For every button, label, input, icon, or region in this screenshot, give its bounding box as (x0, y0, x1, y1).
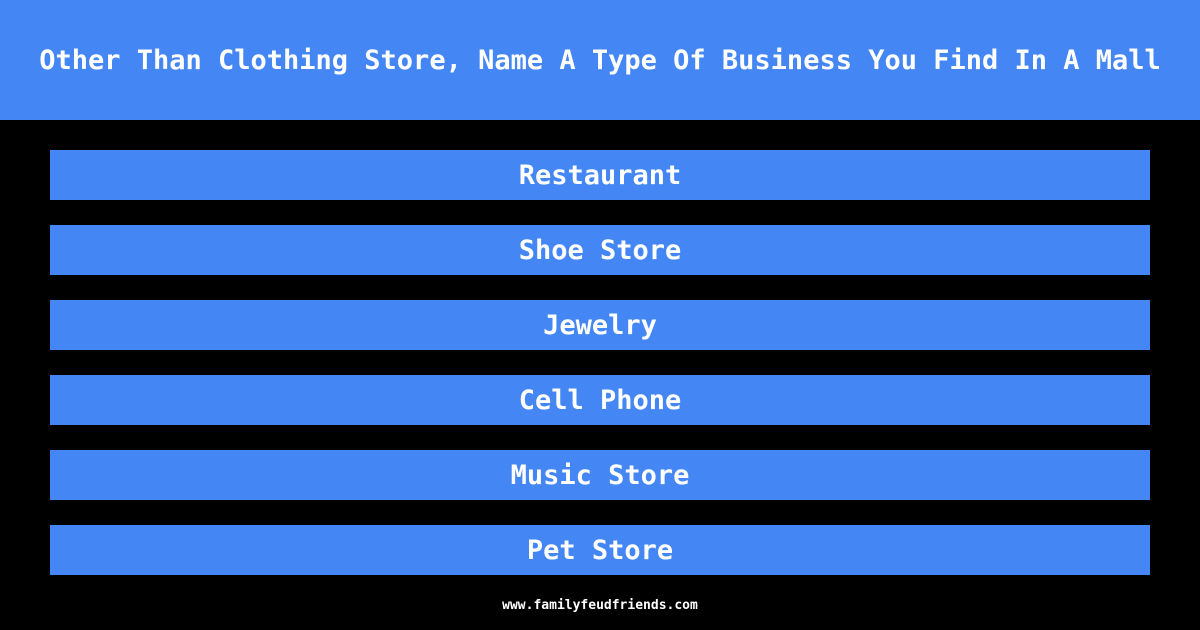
question-header: Other Than Clothing Store, Name A Type O… (0, 0, 1200, 120)
footer-url: www.familyfeudfriends.com (502, 598, 698, 613)
answer-item: Music Store (50, 450, 1150, 500)
answer-item: Cell Phone (50, 375, 1150, 425)
answer-item: Jewelry (50, 300, 1150, 350)
answer-label: Restaurant (518, 159, 682, 191)
answer-item: Shoe Store (50, 225, 1150, 275)
answer-item: Restaurant (50, 150, 1150, 200)
answer-label: Shoe Store (518, 234, 682, 266)
answer-label: Pet Store (526, 534, 674, 566)
answer-item: Pet Store (50, 525, 1150, 575)
answer-label: Music Store (510, 459, 690, 491)
answer-list: Restaurant Shoe Store Jewelry Cell Phone… (50, 150, 1150, 600)
question-title: Other Than Clothing Store, Name A Type O… (39, 44, 1161, 76)
answer-label: Cell Phone (518, 384, 682, 416)
answer-label: Jewelry (543, 309, 657, 341)
